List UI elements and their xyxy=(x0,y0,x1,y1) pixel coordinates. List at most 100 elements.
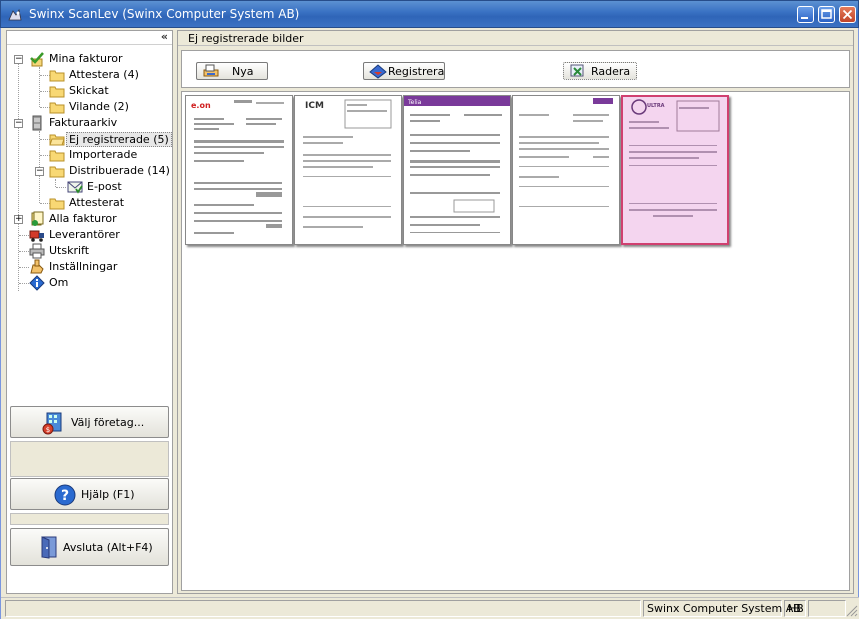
maximize-icon xyxy=(821,9,832,19)
invoice-preview-image: ULTRA xyxy=(629,99,720,217)
company-building-icon: $ xyxy=(42,412,62,435)
close-icon xyxy=(842,9,853,20)
folder-icon xyxy=(49,150,65,162)
thumbnail-logo-text: Telia xyxy=(407,99,422,106)
truck-icon xyxy=(29,230,44,242)
collapse-bar: « xyxy=(7,30,172,45)
invoice-preview-image: ICM xyxy=(303,99,392,228)
tree-item-om[interactable]: Om xyxy=(7,275,172,291)
button-label: Avsluta (Alt+F4) xyxy=(63,541,153,554)
hjalp-button[interactable]: ? Hjälp (F1) xyxy=(10,478,169,510)
window-frame: « − Mina fakturor Attestera (4) Skickat … xyxy=(0,28,859,619)
maximize-button[interactable] xyxy=(818,6,835,23)
close-button[interactable] xyxy=(839,6,856,23)
window-title: Swinx ScanLev (Swinx Computer System AB) xyxy=(29,7,300,21)
svg-text:?: ? xyxy=(61,488,69,504)
invoice-thumbnail[interactable]: e.on xyxy=(185,95,293,245)
expand-toggle[interactable]: + xyxy=(14,215,23,224)
tree-item-vilande[interactable]: Vilande (2) xyxy=(7,99,172,115)
avsluta-button[interactable]: Avsluta (Alt+F4) xyxy=(10,528,169,566)
tree-item-leverantorer[interactable]: Leverantörer xyxy=(7,227,172,243)
invoices-stack-icon xyxy=(31,211,44,226)
minimize-button[interactable] xyxy=(797,6,814,23)
registrera-button[interactable]: Registrera xyxy=(363,62,445,80)
new-scan-icon xyxy=(203,64,219,77)
collapse-toggle[interactable]: − xyxy=(14,55,23,64)
collapse-icon[interactable]: « xyxy=(161,30,168,43)
thumbnail-area: e.on ICM Telia ULTRA xyxy=(181,91,850,591)
title-bar[interactable]: Swinx ScanLev (Swinx Computer System AB) xyxy=(0,0,859,28)
invoice-preview-image: Telia xyxy=(404,96,510,233)
email-icon xyxy=(67,181,83,194)
tree-item-distribuerade[interactable]: − Distribuerade (14) xyxy=(7,163,172,179)
exit-door-icon xyxy=(41,536,57,559)
tree-item-utskrift[interactable]: Utskrift xyxy=(7,243,172,259)
tree-item-alla-fakturor[interactable]: + Alla fakturor xyxy=(7,211,172,227)
resize-grip-icon[interactable] xyxy=(844,603,858,617)
status-extra xyxy=(808,600,846,617)
status-company: Swinx Computer System AB xyxy=(643,600,801,617)
button-label: Hjälp (F1) xyxy=(81,488,135,501)
thumbnail-logo-text: e.on xyxy=(191,101,211,110)
button-label: Registrera xyxy=(388,65,445,78)
tree-item-attestera[interactable]: Attestera (4) xyxy=(7,67,172,83)
folder-icon xyxy=(49,166,65,178)
tree-label: Ej registrerade (5) xyxy=(66,132,172,147)
status-user: HB xyxy=(784,600,806,617)
invoice-thumbnail[interactable]: Telia xyxy=(403,95,511,245)
tree-item-epost[interactable]: E-post xyxy=(7,179,172,195)
invoice-thumbnail[interactable]: ICM xyxy=(294,95,402,245)
tree-item-skickat[interactable]: Skickat xyxy=(7,83,172,99)
status-message xyxy=(5,600,641,617)
tree-label: Vilande (2) xyxy=(69,100,129,113)
tree-item-installningar[interactable]: Inställningar xyxy=(7,259,172,275)
tree-item-fakturaarkiv[interactable]: − Fakturaarkiv xyxy=(7,115,172,131)
tree-item-ej-registrerade[interactable]: Ej registrerade (5) xyxy=(7,131,172,147)
printer-icon xyxy=(29,243,45,259)
collapse-toggle[interactable]: − xyxy=(35,167,44,176)
tree-label: Om xyxy=(49,276,69,289)
tree-item-mina-fakturor[interactable]: − Mina fakturor xyxy=(7,51,172,67)
invoice-preview-image xyxy=(519,98,613,207)
thumbnail-logo-text: ULTRA xyxy=(647,103,665,109)
panel-title: Ej registrerade bilder xyxy=(188,32,304,45)
invoice-thumbnail[interactable] xyxy=(512,95,620,245)
app-icon xyxy=(8,8,22,21)
tree-label: Importerade xyxy=(69,148,138,161)
button-label: Nya xyxy=(232,65,254,78)
folder-icon xyxy=(49,198,65,210)
folder-open-icon xyxy=(49,134,65,146)
navigation-panel: « − Mina fakturor Attestera (4) Skickat … xyxy=(6,30,173,594)
tree-label: Inställningar xyxy=(49,260,118,273)
toolbar: Nya Registrera Radera xyxy=(181,50,850,88)
invoice-preview-image: e.on xyxy=(191,100,284,234)
tree-label: Skickat xyxy=(69,84,109,97)
tree-item-attesterat[interactable]: Attesterat xyxy=(7,195,172,211)
info-icon xyxy=(29,275,45,291)
register-icon xyxy=(369,64,387,79)
content-panel: Ej registrerade bilder Nya Registrera Ra… xyxy=(177,30,854,594)
folder-icon xyxy=(49,102,65,114)
thumbnail-logo-text: ICM xyxy=(305,101,324,111)
button-label: Radera xyxy=(591,65,631,78)
valj-foretag-button[interactable]: $ Välj företag... xyxy=(10,406,169,438)
tree-label: Mina fakturor xyxy=(49,52,123,65)
nya-button[interactable]: Nya xyxy=(196,62,268,80)
invoice-thumbnail-selected[interactable]: ULTRA xyxy=(621,95,729,245)
tree-label: E-post xyxy=(87,180,122,193)
empty-area xyxy=(10,513,169,525)
tree-label: Attestera (4) xyxy=(69,68,139,81)
radera-button[interactable]: Radera xyxy=(563,62,637,80)
tree-label: Leverantörer xyxy=(49,228,120,241)
panel-header: Ej registrerade bilder xyxy=(178,31,853,46)
delete-icon xyxy=(570,64,584,77)
minimize-icon xyxy=(801,17,808,19)
tree-label: Alla fakturor xyxy=(49,212,117,225)
settings-hand-icon xyxy=(30,259,44,274)
collapse-toggle[interactable]: − xyxy=(14,119,23,128)
tree-item-importerade[interactable]: Importerade xyxy=(7,147,172,163)
archive-cabinet-icon xyxy=(32,115,42,131)
tree-label: Distribuerade (14) xyxy=(69,164,170,177)
checkmark-person-icon xyxy=(30,52,44,67)
folder-icon xyxy=(49,86,65,98)
